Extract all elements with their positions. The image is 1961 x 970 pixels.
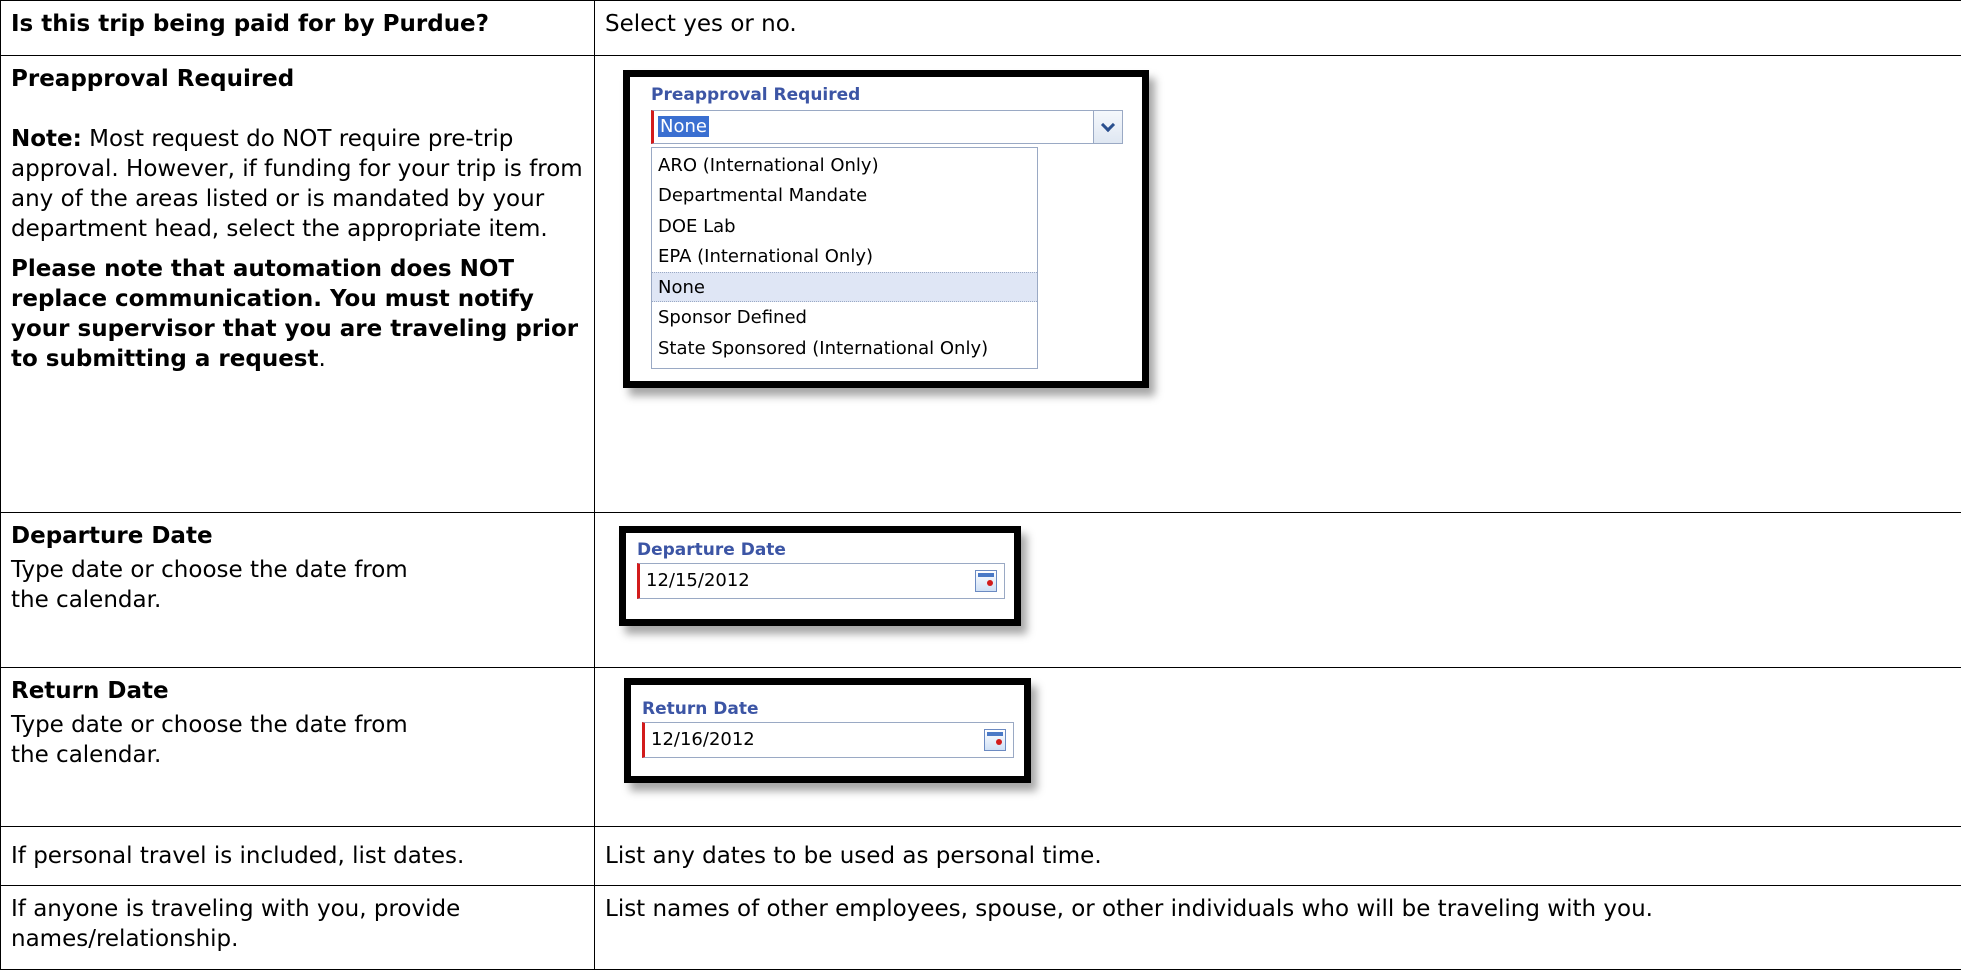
preapproval-notice: Please note that automation does NOT rep… [11,254,586,374]
notice-text: Please note that automation does NOT rep… [11,256,578,372]
companions-question: If anyone is traveling with you, provide… [11,894,586,954]
instruction-cell: List any dates to be used as personal ti… [595,827,1961,886]
calendar-icon[interactable] [975,570,997,592]
dropdown-option[interactable]: Departmental Mandate [652,181,1037,211]
return-field-label: Return Date [642,699,759,719]
dropdown-option[interactable]: DOE Lab [652,212,1037,242]
return-title: Return Date [11,676,586,706]
note-text: Most request do NOT require pre-trip app… [11,126,583,242]
table-row: Preapproval Required Note: Most request … [1,56,1961,513]
calendar-icon[interactable] [984,729,1006,751]
departure-field-label: Departure Date [637,540,786,560]
personal-travel-question: If personal travel is included, list dat… [11,841,586,871]
companions-instruction: List names of other employees, spouse, o… [605,894,1951,924]
preapproval-options-list: ARO (International Only) Departmental Ma… [651,147,1038,369]
preapproval-title: Preapproval Required [11,64,586,94]
dropdown-option[interactable]: EPA (International Only) [652,242,1037,272]
dropdown-option[interactable]: Sponsor Defined [652,303,1037,333]
preapproval-note: Note: Most request do NOT require pre-tr… [11,124,586,244]
question-cell: Preapproval Required Note: Most request … [1,56,595,513]
departure-title: Departure Date [11,521,586,551]
question-cell: Is this trip being paid for by Purdue? [1,1,595,56]
table-row: If anyone is traveling with you, provide… [1,886,1961,970]
preapproval-dropdown-button[interactable] [1093,110,1123,144]
screenshot-cell: Departure Date 12/15/2012 [595,513,1961,668]
question-cell: Return Date Type date or choose the date… [1,668,595,827]
note-label: Note: [11,126,82,152]
table-row: Departure Date Type date or choose the d… [1,513,1961,668]
question-cell: If anyone is traveling with you, provide… [1,886,595,970]
departure-screenshot: Departure Date 12/15/2012 [619,526,1021,626]
question-paid-by-purdue: Is this trip being paid for by Purdue? [11,9,586,39]
departure-instruction: Type date or choose the date from the ca… [11,555,451,615]
departure-date-value: 12/15/2012 [646,570,750,592]
question-cell: Departure Date Type date or choose the d… [1,513,595,668]
return-instruction: Type date or choose the date from the ca… [11,710,451,770]
table-row: Return Date Type date or choose the date… [1,668,1961,827]
screenshot-cell: Preapproval Required None ARO (Internati… [595,56,1961,513]
notice-tail: . [319,346,326,372]
question-cell: If personal travel is included, list dat… [1,827,595,886]
chevron-down-icon [1101,118,1115,132]
return-date-value: 12/16/2012 [651,729,755,751]
instruction-cell: Select yes or no. [595,1,1961,56]
screenshot-cell: Return Date 12/16/2012 [595,668,1961,827]
departure-date-input[interactable]: 12/15/2012 [637,563,1005,599]
instruction-cell: List names of other employees, spouse, o… [595,886,1961,970]
instruction-paid-by-purdue: Select yes or no. [605,9,1951,39]
preapproval-field-label: Preapproval Required [651,85,860,105]
return-screenshot: Return Date 12/16/2012 [624,678,1031,783]
preapproval-selected-value: None [658,116,709,138]
dropdown-option-highlighted[interactable]: None [652,272,1037,302]
personal-travel-instruction: List any dates to be used as personal ti… [605,841,1951,871]
preapproval-select[interactable]: None [651,110,1101,144]
return-date-input[interactable]: 12/16/2012 [642,722,1014,758]
instruction-table: Is this trip being paid for by Purdue? S… [0,0,1961,970]
table-row: Is this trip being paid for by Purdue? S… [1,1,1961,56]
preapproval-screenshot: Preapproval Required None ARO (Internati… [623,70,1149,388]
dropdown-option[interactable]: ARO (International Only) [652,151,1037,181]
table-row: If personal travel is included, list dat… [1,827,1961,886]
dropdown-option[interactable]: State Sponsored (International Only) [652,334,1037,364]
